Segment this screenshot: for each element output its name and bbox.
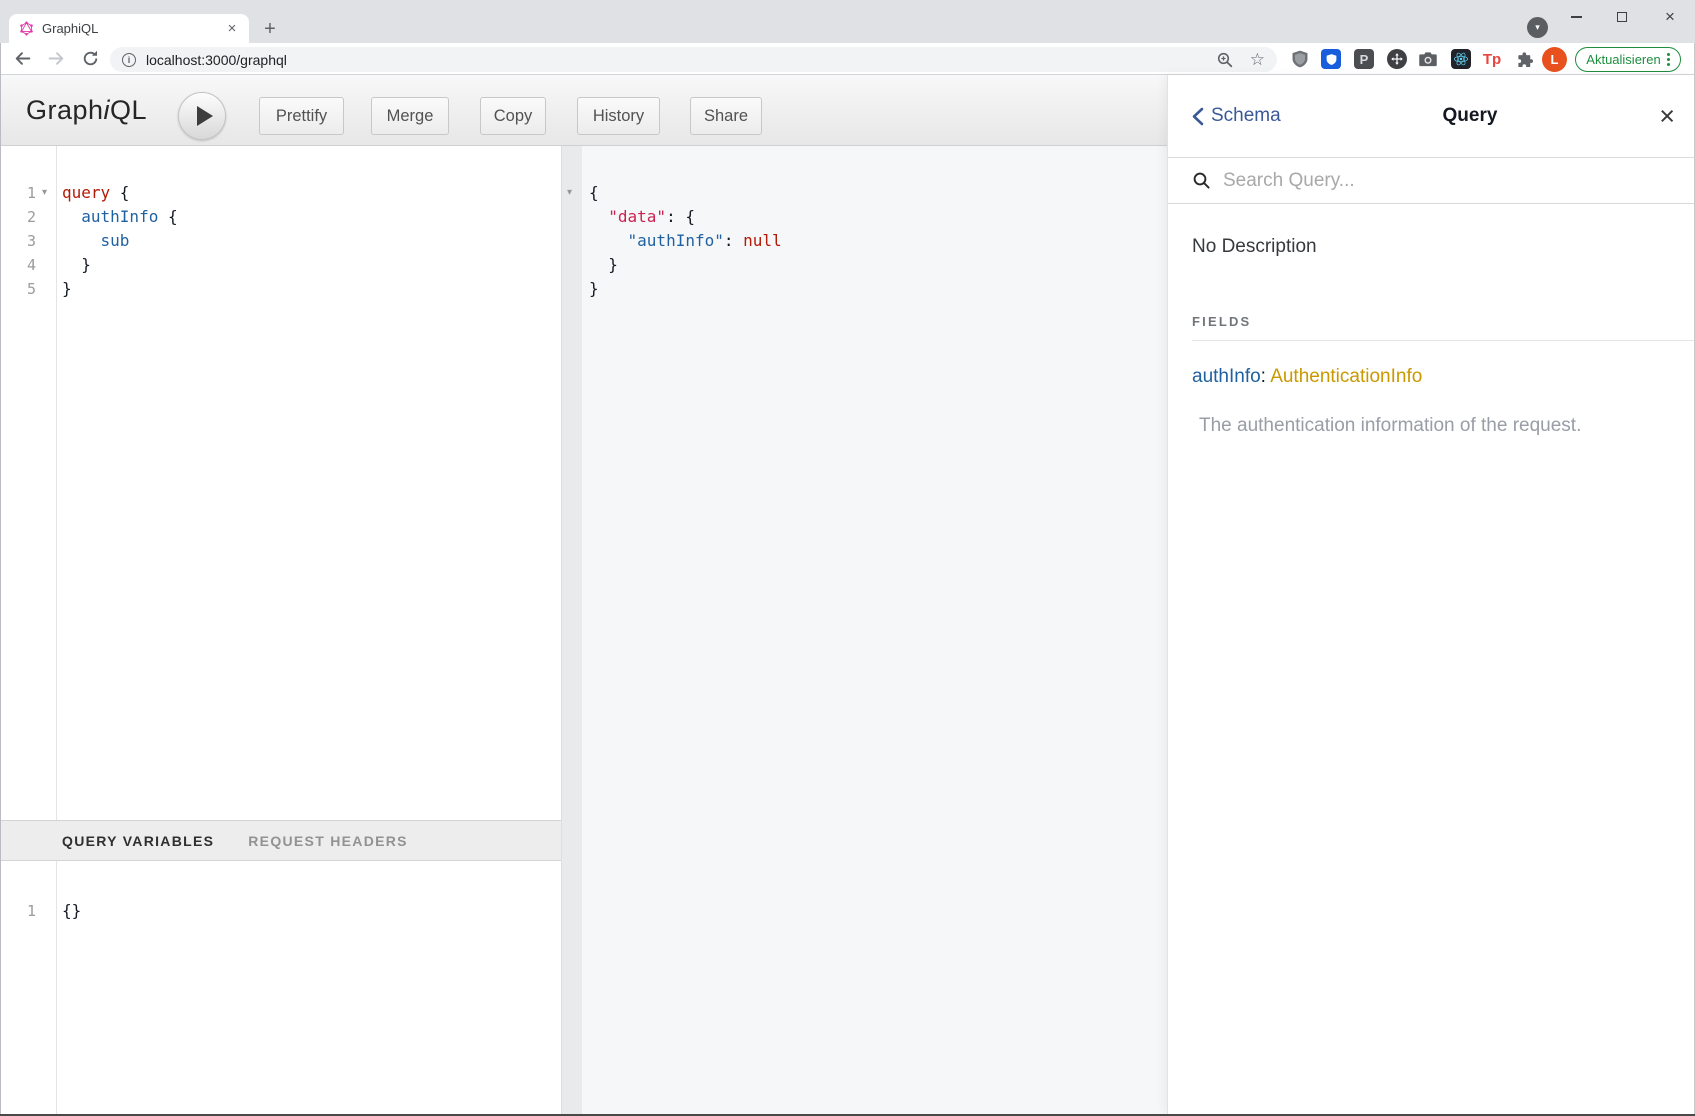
type-description: No Description xyxy=(1192,236,1671,258)
p-extension-icon[interactable]: P xyxy=(1352,47,1376,71)
site-info-icon[interactable]: i xyxy=(122,53,136,67)
reload-button[interactable] xyxy=(81,49,100,68)
fold-arrow-icon[interactable]: ▾ xyxy=(42,181,47,205)
variables-tab-bar: QUERY VARIABLES REQUEST HEADERS xyxy=(0,820,561,861)
doc-search-row xyxy=(1168,158,1695,204)
query-editor-gutter: 12345 ▾ xyxy=(0,146,57,820)
doc-explorer: Schema Query × No Description FIELDS aut… xyxy=(1168,75,1695,1114)
graphql-favicon-icon xyxy=(19,21,34,36)
browser-tab[interactable]: GraphiQL × xyxy=(9,14,249,43)
field-row: authInfo: AuthenticationInfo xyxy=(1192,366,1671,388)
doc-back-label: Schema xyxy=(1211,105,1281,127)
search-icon xyxy=(1192,171,1211,190)
history-button[interactable]: History xyxy=(577,97,660,135)
merge-button[interactable]: Merge xyxy=(371,97,449,135)
variables-editor-gutter: 1 xyxy=(0,861,57,1114)
result-fold-arrow-icon[interactable]: ▾ xyxy=(567,181,572,205)
doc-explorer-content: No Description FIELDS authInfo: Authenti… xyxy=(1168,204,1695,437)
url-text: localhost:3000/graphql xyxy=(146,52,287,68)
doc-explorer-titlebar: Schema Query × xyxy=(1168,75,1695,158)
bitwarden-extension-icon[interactable] xyxy=(1319,47,1343,71)
tab-close-icon[interactable]: × xyxy=(223,20,241,38)
result-viewer: { "data": { "authInfo": null }} xyxy=(582,146,1168,1114)
chrome-update-button[interactable]: Aktualisieren xyxy=(1575,47,1681,72)
tp-extension-icon[interactable]: Tp xyxy=(1480,47,1504,71)
extensions-puzzle-icon[interactable] xyxy=(1513,47,1537,71)
doc-close-icon[interactable]: × xyxy=(1659,103,1675,130)
browser-window: GraphiQL × + ▾ × i localhost:3000/graphq… xyxy=(0,0,1695,1116)
window-maximize-button[interactable] xyxy=(1608,6,1636,28)
pane-resize-handle[interactable]: ▾ xyxy=(561,146,582,1114)
copy-button[interactable]: Copy xyxy=(480,97,546,135)
window-left-edge xyxy=(0,43,1,1114)
field-name-link[interactable]: authInfo xyxy=(1192,366,1261,387)
maximize-icon xyxy=(1617,12,1627,22)
variables-code[interactable]: {} xyxy=(62,899,81,923)
doc-search-input[interactable] xyxy=(1221,169,1601,193)
prettify-button[interactable]: Prettify xyxy=(259,97,344,135)
query-editor[interactable]: 12345 ▾ query { authInfo { sub }} xyxy=(0,146,561,820)
query-code[interactable]: query { authInfo { sub }} xyxy=(62,181,178,301)
back-button[interactable] xyxy=(13,49,32,68)
tab-request-headers[interactable]: REQUEST HEADERS xyxy=(248,833,408,849)
tab-search-button[interactable]: ▾ xyxy=(1527,17,1548,38)
chevron-left-icon xyxy=(1192,107,1204,126)
doc-back-link[interactable]: Schema xyxy=(1192,105,1281,127)
forward-button[interactable] xyxy=(47,49,66,68)
zoom-icon[interactable] xyxy=(1216,51,1234,69)
graphiql-topbar: GraphiQL Prettify Merge Copy History Sha… xyxy=(0,75,1168,146)
play-icon xyxy=(197,106,213,126)
graphiql-logo: GraphiQL xyxy=(26,75,147,145)
share-button[interactable]: Share xyxy=(690,97,762,135)
fields-section-header: FIELDS xyxy=(1192,314,1671,329)
window-minimize-button[interactable] xyxy=(1562,6,1590,28)
browser-titlebar: GraphiQL × + ▾ × xyxy=(0,0,1695,43)
update-button-label: Aktualisieren xyxy=(1586,52,1660,67)
browser-menu-kebab-icon[interactable] xyxy=(1667,53,1670,66)
field-type-link[interactable]: AuthenticationInfo xyxy=(1270,366,1422,387)
react-devtools-extension-icon[interactable] xyxy=(1449,47,1473,71)
tab-query-variables[interactable]: QUERY VARIABLES xyxy=(62,833,214,849)
fields-divider xyxy=(1192,340,1695,341)
profile-avatar[interactable]: L xyxy=(1542,47,1567,72)
ublock-extension-icon[interactable] xyxy=(1288,47,1312,71)
field-description: The authentication information of the re… xyxy=(1192,415,1671,437)
result-code: { "data": { "authInfo": null }} xyxy=(589,181,782,301)
variables-editor[interactable]: 1 {} xyxy=(0,861,561,1114)
doc-explorer-title: Query xyxy=(1281,105,1660,127)
camera-extension-icon[interactable] xyxy=(1416,47,1440,71)
tab-title: GraphiQL xyxy=(42,21,223,36)
window-close-button[interactable]: × xyxy=(1656,6,1684,28)
new-tab-button[interactable]: + xyxy=(258,17,282,41)
address-bar[interactable]: i localhost:3000/graphql ☆ xyxy=(110,47,1277,72)
execute-query-button[interactable] xyxy=(178,92,226,140)
minimize-icon xyxy=(1571,16,1582,18)
move-tool-extension-icon[interactable] xyxy=(1385,47,1409,71)
bookmark-star-icon[interactable]: ☆ xyxy=(1250,51,1265,68)
